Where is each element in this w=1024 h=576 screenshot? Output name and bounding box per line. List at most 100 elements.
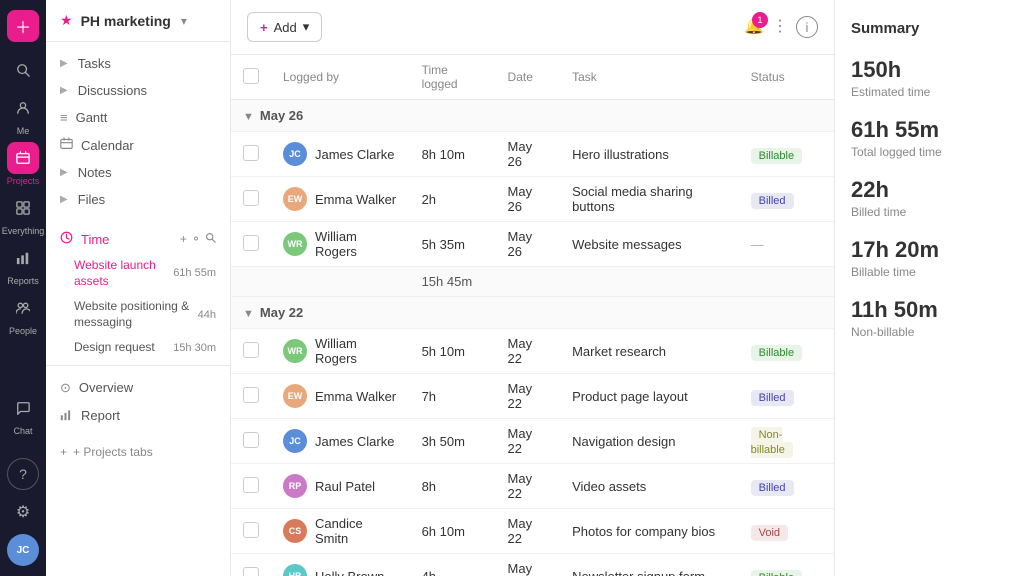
everything-icon[interactable] [7, 192, 39, 224]
overview-label: Overview [79, 380, 133, 395]
group-header-row[interactable]: ▼May 22 [231, 297, 834, 329]
table-row: CS Candice Smitn 6h 10m May 22 Photos fo… [231, 509, 834, 554]
filter-icon[interactable]: ⚬ [191, 232, 201, 246]
info-icon[interactable]: i [796, 16, 818, 38]
row-task: Hero illustrations [560, 132, 739, 177]
summary-label: Estimated time [851, 85, 1008, 99]
summary-item-estimated: 150h Estimated time [851, 57, 1008, 99]
reports-icon[interactable] [7, 242, 39, 274]
people-label: People [9, 326, 37, 336]
chevron-down-icon: ▾ [181, 14, 187, 28]
group-header-row[interactable]: ▼May 26 [231, 100, 834, 132]
row-checkbox[interactable] [231, 374, 271, 419]
avatar: EW [283, 384, 307, 408]
sidebar-item-tasks[interactable]: ▶ Tasks [46, 50, 230, 77]
add-tab-label: + Projects tabs [73, 445, 153, 459]
summary-label: Non-billable [851, 325, 1008, 339]
row-checkbox[interactable] [231, 464, 271, 509]
summary-value: 11h 50m [851, 297, 1008, 323]
sidebar-item-projects[interactable]: Projects [7, 142, 40, 186]
sidebar-item-overview[interactable]: ⊙ Overview [46, 374, 230, 402]
summary-value: 61h 55m [851, 117, 1008, 143]
row-time: 6h 10m [410, 509, 496, 554]
avatar: JC [283, 429, 307, 453]
status-badge: Billable [751, 345, 802, 361]
search-time-icon[interactable] [205, 232, 216, 246]
row-checkbox[interactable] [231, 177, 271, 222]
row-checkbox[interactable] [231, 509, 271, 554]
add-projects-tabs[interactable]: + + Projects tabs [46, 438, 230, 466]
time-item-design-request[interactable]: Design request 15h 30m [46, 335, 230, 361]
files-label: Files [78, 192, 105, 207]
add-icon[interactable]: ＋ [7, 10, 39, 42]
people-icon[interactable] [7, 292, 39, 324]
user-name: William Rogers [315, 336, 398, 366]
sidebar-item-calendar[interactable]: Calendar [46, 131, 230, 159]
sidebar-item-time[interactable]: Time + ⚬ [46, 225, 230, 253]
row-task: Photos for company bios [560, 509, 739, 554]
summary-panel: Summary 150h Estimated time 61h 55m Tota… [834, 0, 1024, 576]
project-header[interactable]: ★ PH marketing ▾ [46, 0, 230, 42]
sidebar-item-gantt[interactable]: ≡ Gantt [46, 104, 230, 131]
row-checkbox[interactable] [231, 222, 271, 267]
user-name: James Clarke [315, 434, 394, 449]
reports-label: Reports [7, 276, 39, 286]
row-date: May 22 [496, 374, 561, 419]
col-checkbox[interactable] [231, 55, 271, 100]
status-badge: Void [751, 525, 788, 541]
time-item-website-launch[interactable]: Website launch assets 61h 55m [46, 253, 230, 294]
sidebar-item-me[interactable]: Me [7, 92, 39, 136]
sidebar-item-avatar[interactable]: JC [7, 534, 39, 566]
row-status: Billed [739, 464, 834, 509]
time-item-website-positioning[interactable]: Website positioning & messaging 44h [46, 294, 230, 335]
sidebar-item-search[interactable] [7, 54, 39, 86]
summary-label: Billed time [851, 205, 1008, 219]
main-toolbar: + Add ▾ 🔔 1 ⋮ i [231, 0, 834, 55]
status-badge: Billable [751, 570, 802, 576]
sidebar: ★ PH marketing ▾ ▶ Tasks ▶ Discussions ≡… [46, 0, 231, 576]
summary-label: Billable time [851, 265, 1008, 279]
sidebar-item-help[interactable]: ? [7, 458, 39, 490]
me-icon[interactable] [7, 92, 39, 124]
user-name: Candice Smitn [315, 516, 398, 546]
sidebar-item-reports[interactable]: Reports [7, 242, 39, 286]
row-time: 4h [410, 554, 496, 576]
tasks-label: Tasks [78, 56, 111, 71]
me-label: Me [17, 126, 30, 136]
time-item-hours: 61h 55m [173, 266, 216, 280]
row-user: JC James Clarke [271, 132, 410, 177]
add-time-icon[interactable]: + [180, 232, 187, 246]
sidebar-item-add[interactable]: ＋ [7, 10, 39, 48]
add-button[interactable]: + Add ▾ [247, 12, 322, 42]
row-checkbox[interactable] [231, 132, 271, 177]
sidebar-item-everything[interactable]: Everything [2, 192, 45, 236]
search-icon[interactable] [7, 54, 39, 86]
sidebar-item-chat[interactable]: Chat [7, 392, 39, 436]
help-icon[interactable]: ? [7, 458, 39, 490]
summary-title: Summary [851, 20, 1008, 37]
settings-icon[interactable]: ⚙ [7, 496, 39, 528]
sidebar-item-files[interactable]: ▶ Files [46, 186, 230, 213]
user-name: Raul Patel [315, 479, 375, 494]
more-options-icon[interactable]: ⋮ [772, 16, 788, 38]
chat-icon[interactable] [7, 392, 39, 424]
add-tab-icon: + [60, 445, 67, 459]
row-time: 7h [410, 374, 496, 419]
sidebar-item-settings[interactable]: ⚙ [7, 496, 39, 528]
row-checkbox[interactable] [231, 554, 271, 576]
projects-icon[interactable] [7, 142, 39, 174]
row-checkbox[interactable] [231, 419, 271, 464]
summary-value: 150h [851, 57, 1008, 83]
projects-label: Projects [7, 176, 40, 186]
row-task: Newsletter signup form [560, 554, 739, 576]
sidebar-item-people[interactable]: People [7, 292, 39, 336]
sidebar-item-notes[interactable]: ▶ Notes [46, 159, 230, 186]
row-checkbox[interactable] [231, 329, 271, 374]
user-name: Emma Walker [315, 192, 396, 207]
col-logged-by: Logged by [271, 55, 410, 100]
sidebar-item-discussions[interactable]: ▶ Discussions [46, 77, 230, 104]
user-avatar-icon[interactable]: JC [7, 534, 39, 566]
sidebar-item-report[interactable]: Report [46, 402, 230, 430]
clock-icon [60, 231, 73, 247]
avatar: WR [283, 232, 307, 256]
